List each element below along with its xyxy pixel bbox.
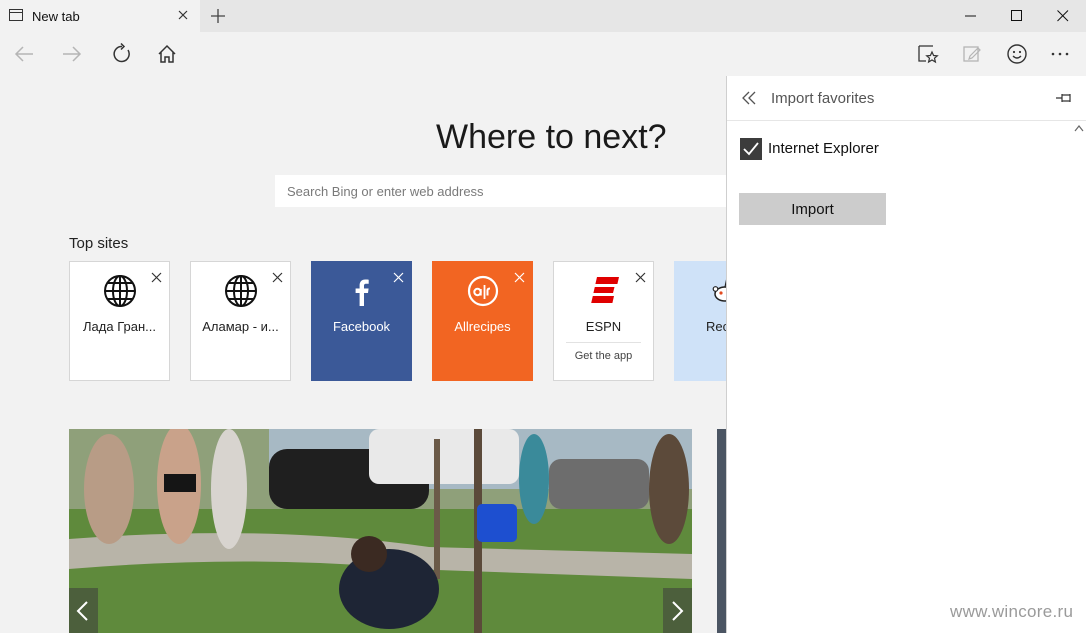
close-icon[interactable]	[635, 272, 646, 283]
chevron-right-icon	[672, 601, 684, 621]
news-image	[69, 429, 692, 633]
home-icon	[158, 44, 176, 63]
tile-label: Allrecipes	[454, 319, 511, 334]
internet-explorer-label[interactable]: Internet Explorer	[768, 140, 879, 157]
pin-icon[interactable]	[1055, 90, 1073, 106]
forward-button[interactable]	[58, 40, 86, 68]
page-title: Where to next?	[436, 118, 667, 156]
carousel-previous-button[interactable]	[69, 588, 98, 633]
maximize-icon	[1011, 10, 1022, 21]
top-site-tile-facebook[interactable]: Facebook	[311, 261, 412, 381]
tile-label: Facebook	[332, 319, 391, 334]
hub-button[interactable]	[914, 40, 942, 68]
top-sites-label: Top sites	[69, 235, 129, 252]
feedback-button[interactable]	[1003, 40, 1031, 68]
web-note-icon	[963, 46, 981, 62]
checkmark-icon	[743, 142, 759, 156]
favorites-star-icon	[918, 45, 939, 64]
close-icon[interactable]	[272, 272, 283, 283]
scroll-up-arrow[interactable]	[1074, 124, 1084, 132]
minimize-icon	[965, 15, 976, 17]
top-site-tile-espn[interactable]: ESPN Get the app	[553, 261, 654, 381]
close-window-button[interactable]	[1040, 0, 1086, 32]
tab-title: New tab	[32, 9, 80, 24]
plus-icon[interactable]	[208, 6, 228, 26]
facebook-icon	[355, 279, 369, 306]
globe-icon	[104, 275, 136, 307]
tile-label: Лада Гран...	[83, 319, 156, 334]
home-button[interactable]	[153, 40, 181, 68]
panel-title: Import favorites	[771, 90, 875, 107]
news-photo[interactable]	[69, 429, 692, 633]
arrow-left-icon	[14, 46, 33, 62]
title-bar: New tab	[0, 0, 1086, 32]
allrecipes-icon	[467, 275, 499, 307]
close-icon	[1057, 10, 1069, 22]
refresh-button[interactable]	[108, 40, 136, 68]
top-site-tile[interactable]: Аламар - и...	[190, 261, 291, 381]
tab-new-tab[interactable]: New tab	[0, 0, 200, 32]
tile-label: ESPN	[585, 319, 622, 334]
web-note-button[interactable]	[958, 40, 986, 68]
minimize-button[interactable]	[948, 0, 994, 32]
import-favorites-panel: Import favorites Internet Explorer Impor…	[726, 76, 1086, 633]
tile-label: Аламар - и...	[202, 319, 279, 334]
chevron-left-icon	[76, 601, 88, 621]
page-icon	[9, 9, 23, 21]
close-icon[interactable]	[514, 272, 525, 283]
navigation-bar	[0, 32, 1086, 76]
more-button[interactable]	[1046, 40, 1074, 68]
double-chevron-left-icon[interactable]	[741, 91, 757, 105]
smiley-icon	[1007, 44, 1027, 64]
top-site-tile[interactable]: Лада Гран...	[69, 261, 170, 381]
close-icon[interactable]	[393, 272, 404, 283]
top-site-tile-allrecipes[interactable]: Allrecipes	[432, 261, 533, 381]
maximize-button[interactable]	[994, 0, 1040, 32]
carousel-next-button[interactable]	[663, 588, 692, 633]
import-button[interactable]: Import	[739, 193, 886, 225]
internet-explorer-checkbox[interactable]	[740, 138, 762, 160]
panel-header: Import favorites	[727, 76, 1086, 121]
arrow-right-icon	[63, 46, 82, 62]
espn-icon	[591, 277, 619, 303]
ellipsis-icon	[1051, 52, 1069, 56]
search-input[interactable]	[275, 175, 735, 207]
watermark: www.wincore.ru	[950, 602, 1074, 621]
back-button[interactable]	[10, 40, 38, 68]
globe-icon	[225, 275, 257, 307]
refresh-icon	[113, 43, 130, 63]
close-icon[interactable]	[176, 8, 190, 22]
get-the-app-link[interactable]: Get the app	[566, 342, 641, 362]
close-icon[interactable]	[151, 272, 162, 283]
